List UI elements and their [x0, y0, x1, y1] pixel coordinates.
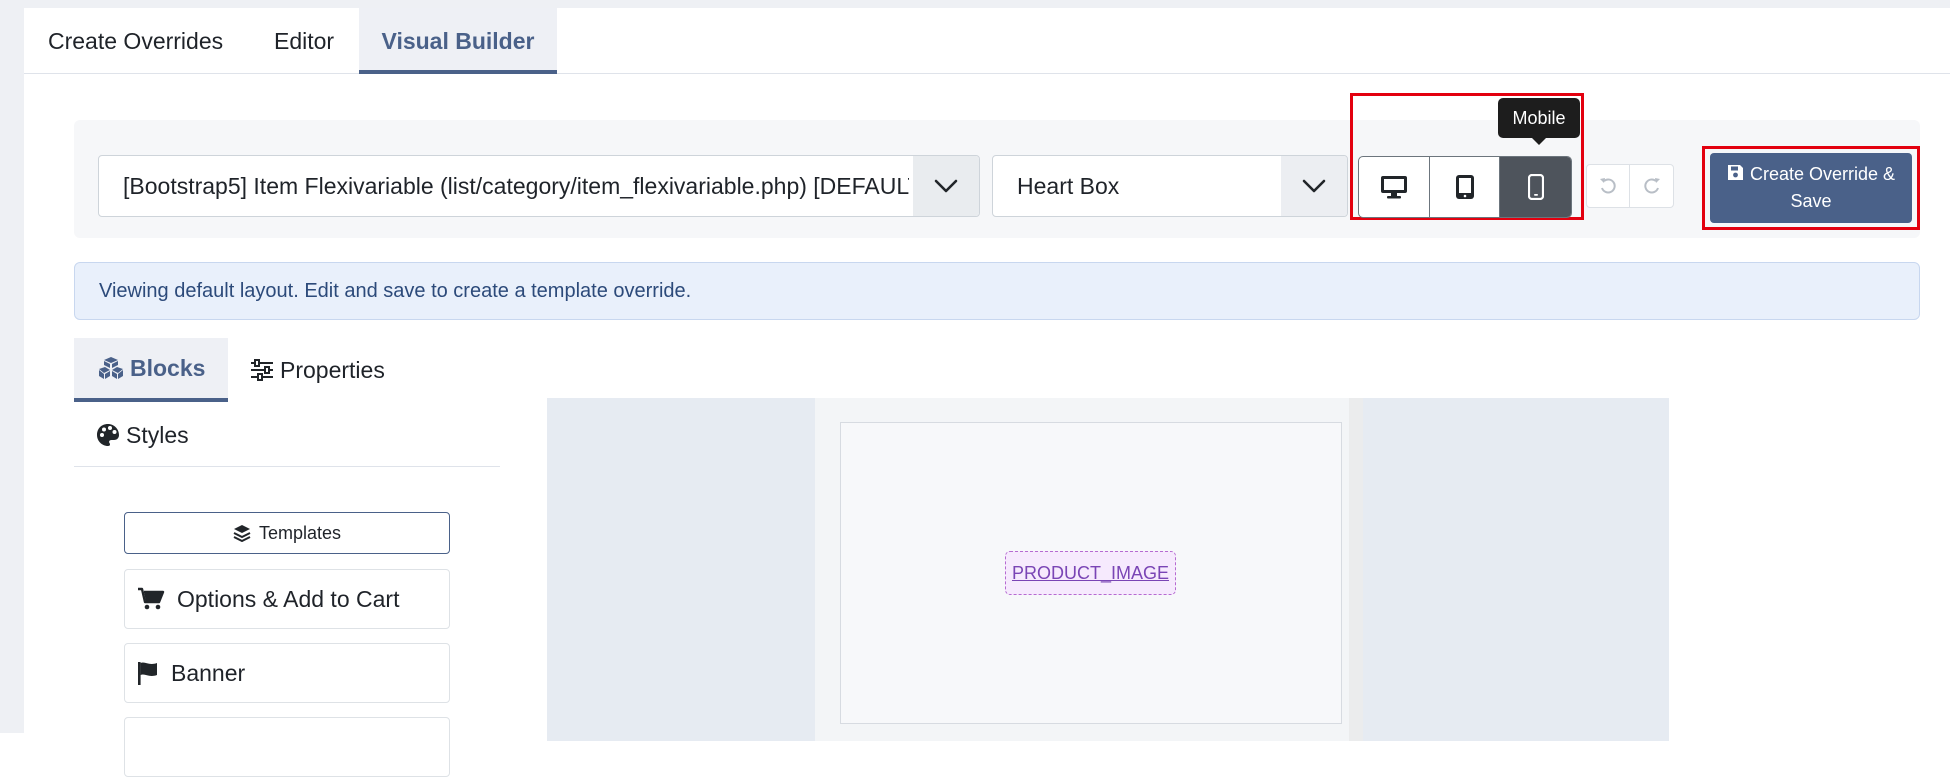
undo-icon: [1600, 178, 1616, 194]
create-override-save-button[interactable]: Create Override & Save: [1710, 153, 1912, 223]
shopping-cart-icon: [138, 587, 165, 610]
sliders-icon: [251, 359, 273, 381]
block-label: Options & Add to Cart: [177, 585, 400, 612]
redo-button[interactable]: [1630, 164, 1674, 208]
redo-icon: [1643, 178, 1660, 194]
cubes-icon: [99, 357, 123, 379]
desktop-icon: [1380, 176, 1407, 199]
builder-toolbar: [Bootstrap5] Item Flexivariable (list/ca…: [74, 93, 1920, 238]
tab-blocks-label: Blocks: [130, 354, 206, 381]
block-label: Banner: [171, 659, 246, 686]
tab-editor[interactable]: Editor: [274, 8, 334, 74]
tab-properties-label: Properties: [280, 356, 385, 383]
layers-icon: [233, 525, 251, 542]
save-icon: [1727, 165, 1743, 180]
left-gutter: [0, 0, 24, 733]
layout-select[interactable]: [Bootstrap5] Item Flexivariable (list/ca…: [98, 155, 980, 217]
product-image-placeholder[interactable]: PRODUCT_IMAGE: [1005, 551, 1176, 595]
tablet-view-button[interactable]: [1430, 157, 1501, 217]
desktop-view-button[interactable]: [1359, 157, 1430, 217]
save-button-label: Create Override & Save: [1749, 164, 1896, 211]
palette-icon: [97, 424, 119, 446]
mobile-icon: [1527, 174, 1544, 200]
tab-blocks[interactable]: Blocks: [74, 338, 228, 402]
tab-styles-label: Styles: [126, 421, 189, 448]
block-options-add-to-cart[interactable]: Options & Add to Cart: [124, 569, 450, 629]
info-alert: Viewing default layout. Edit and save to…: [74, 262, 1920, 320]
tab-styles[interactable]: Styles: [96, 404, 189, 466]
tab-create-overrides[interactable]: Create Overrides: [48, 8, 223, 74]
device-toggle-group: [1358, 156, 1572, 218]
product-select-value: Heart Box: [1017, 173, 1120, 199]
undo-button[interactable]: [1586, 164, 1630, 208]
block-partial[interactable]: [124, 717, 450, 777]
mobile-view-button[interactable]: [1500, 157, 1571, 217]
top-border: [0, 0, 1950, 8]
layout-select-value: [Bootstrap5] Item Flexivariable (list/ca…: [123, 173, 909, 199]
templates-label: Templates: [258, 522, 342, 543]
chevron-down-icon[interactable]: [913, 156, 979, 216]
product-select[interactable]: Heart Box: [992, 155, 1348, 217]
tablet-icon: [1455, 175, 1474, 199]
block-banner[interactable]: Banner: [124, 643, 450, 703]
preview-scrollbar[interactable]: [1349, 398, 1363, 741]
flag-icon: [138, 662, 157, 685]
chevron-down-icon[interactable]: [1281, 156, 1347, 216]
tab-properties[interactable]: Properties: [250, 338, 385, 402]
visual-builder-page: Create Overrides Editor Visual Builder […: [24, 8, 1950, 777]
top-tabs: Create Overrides Editor Visual Builder: [24, 8, 1950, 74]
panel-divider: [74, 466, 500, 467]
templates-button[interactable]: Templates: [124, 512, 450, 554]
tab-visual-builder[interactable]: Visual Builder: [359, 8, 557, 74]
mobile-tooltip: Mobile: [1498, 98, 1580, 145]
